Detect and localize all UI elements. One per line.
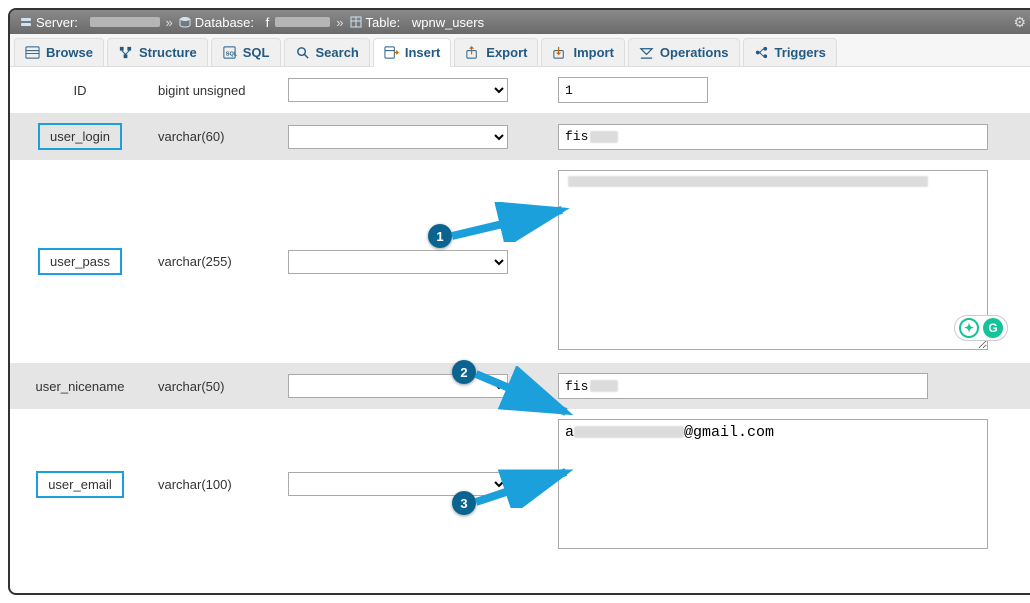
tab-label: Import <box>573 45 613 60</box>
tab-label: Insert <box>405 45 440 60</box>
sql-icon: SQL <box>222 45 237 60</box>
database-icon <box>179 16 191 28</box>
tab-search[interactable]: Search <box>284 38 370 66</box>
tab-import[interactable]: Import <box>541 38 624 66</box>
table-row: user_nicename varchar(50) <box>10 363 1030 409</box>
function-select[interactable] <box>288 472 508 496</box>
breadcrumb-server-label: Server: <box>36 15 78 30</box>
server-icon <box>20 16 32 28</box>
breadcrumb-table[interactable]: Table: wpnw_users <box>350 15 485 30</box>
tab-label: Triggers <box>775 45 826 60</box>
breadcrumb-database-value: f <box>266 15 270 30</box>
tab-label: SQL <box>243 45 270 60</box>
insert-form: ID bigint unsigned user_login varchar(60… <box>10 67 1030 559</box>
tab-label: Export <box>486 45 527 60</box>
field-name-user-email: user_email <box>36 471 124 498</box>
tab-export[interactable]: Export <box>454 38 538 66</box>
tab-operations[interactable]: Operations <box>628 38 740 66</box>
tab-insert[interactable]: Insert <box>373 38 451 67</box>
field-name-id: ID <box>74 83 87 98</box>
gear-icon[interactable]: ⚙ <box>1013 14 1026 31</box>
field-type: varchar(60) <box>158 129 224 144</box>
operations-icon <box>639 45 654 60</box>
breadcrumb-server[interactable]: Server: <box>20 15 160 30</box>
grammarly-check-icon: G <box>983 318 1003 338</box>
triggers-icon <box>754 45 769 60</box>
export-icon <box>465 45 480 60</box>
tab-label: Operations <box>660 45 729 60</box>
import-icon <box>552 45 567 60</box>
grammarly-tone-icon: ✦ <box>959 318 979 338</box>
function-select[interactable] <box>288 125 508 149</box>
structure-icon <box>118 45 133 60</box>
table-row: user_email varchar(100) a@gmail.com <box>10 409 1030 559</box>
field-name-user-login: user_login <box>38 123 122 150</box>
value-input-user-login[interactable] <box>558 124 988 150</box>
tab-label: Search <box>316 45 359 60</box>
search-icon <box>295 45 310 60</box>
table-row: user_pass varchar(255) ✦ G <box>10 160 1030 363</box>
value-textarea-user-pass[interactable] <box>558 170 988 350</box>
svg-text:SQL: SQL <box>226 51 237 57</box>
tab-sql[interactable]: SQL SQL <box>211 38 281 66</box>
field-type: bigint unsigned <box>158 83 245 98</box>
breadcrumb-table-value: wpnw_users <box>412 15 484 30</box>
breadcrumb-sep: » <box>336 15 343 30</box>
table-row: ID bigint unsigned <box>10 67 1030 113</box>
value-textarea-user-email[interactable]: a@gmail.com <box>558 419 988 549</box>
tab-label: Structure <box>139 45 197 60</box>
tab-structure[interactable]: Structure <box>107 38 208 66</box>
breadcrumb-table-label: Table: <box>366 15 401 30</box>
breadcrumb-database-label: Database: <box>195 15 254 30</box>
breadcrumb: Server: » Database: f » Table: wpnw_user… <box>10 10 1030 34</box>
tab-label: Browse <box>46 45 93 60</box>
field-type: varchar(100) <box>158 477 232 492</box>
tab-bar: Browse Structure SQL SQL Search Insert E… <box>10 34 1030 67</box>
function-select[interactable] <box>288 250 508 274</box>
field-name-user-pass: user_pass <box>38 248 122 275</box>
breadcrumb-server-value <box>90 17 160 27</box>
breadcrumb-database[interactable]: Database: f <box>179 15 331 30</box>
function-select[interactable] <box>288 374 508 398</box>
browse-icon <box>25 45 40 60</box>
breadcrumb-sep: » <box>166 15 173 30</box>
grammarly-badge[interactable]: ✦ G <box>954 315 1008 341</box>
function-select[interactable] <box>288 78 508 102</box>
tab-browse[interactable]: Browse <box>14 38 104 66</box>
field-type: varchar(255) <box>158 254 232 269</box>
table-icon <box>350 16 362 28</box>
insert-icon <box>384 45 399 60</box>
tab-triggers[interactable]: Triggers <box>743 38 837 66</box>
table-row: user_login varchar(60) <box>10 113 1030 160</box>
field-name-user-nicename: user_nicename <box>36 379 125 394</box>
value-input-id[interactable] <box>558 77 708 103</box>
field-type: varchar(50) <box>158 379 224 394</box>
